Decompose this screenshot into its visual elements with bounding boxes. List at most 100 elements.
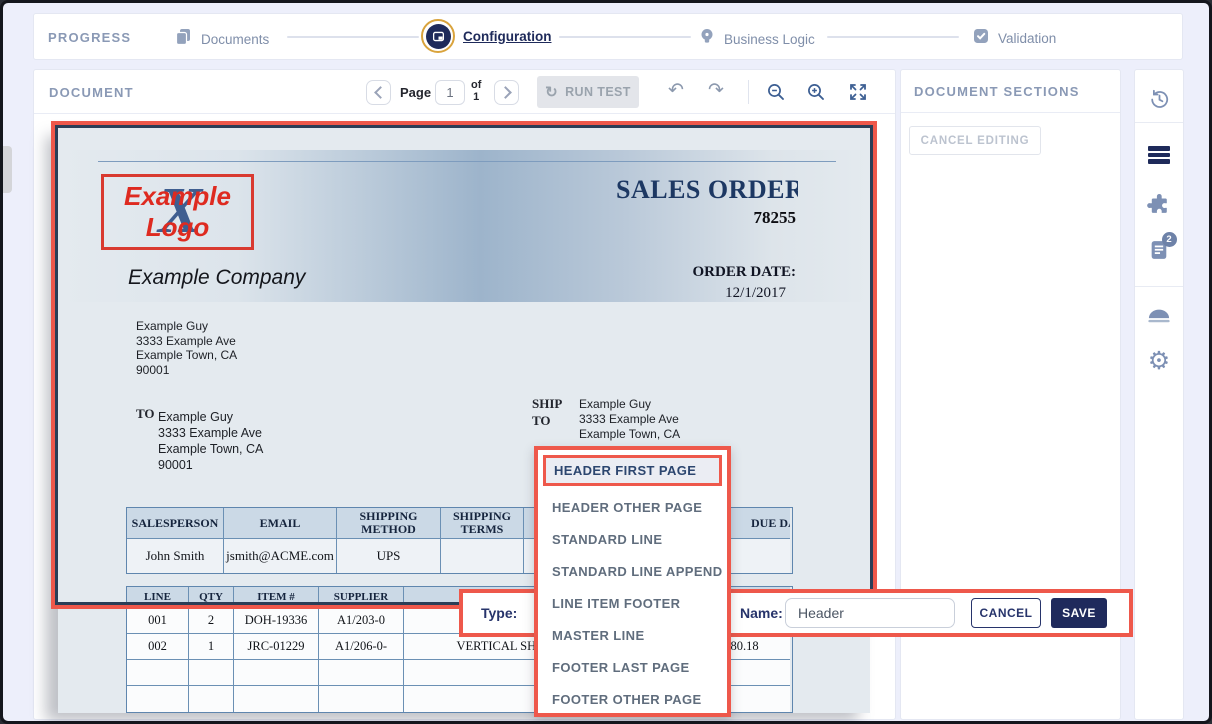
step-validation[interactable]: Validation [972, 27, 1056, 50]
table-cell [234, 686, 319, 712]
table-cell: jsmith@ACME.com [224, 539, 337, 573]
company-logo: X Example Logo [101, 174, 254, 250]
type-label: Type: [481, 605, 517, 621]
configuration-icon [421, 19, 455, 53]
step-label: Documents [201, 32, 269, 47]
documents-icon [174, 27, 193, 51]
step-documents[interactable]: Documents [174, 27, 269, 51]
table-cell: JRC-01229 [234, 634, 319, 660]
table-cell: 1 [189, 634, 234, 660]
table-cell: UPS [337, 539, 441, 573]
table-cell: 001 [127, 608, 189, 634]
order-date-label: ORDER DATE: [618, 264, 796, 281]
table-cell: 002 [127, 634, 189, 660]
ship-to-label: SHIP TO [532, 395, 562, 429]
dropdown-option[interactable]: STANDARD LINE APPEND [538, 555, 727, 587]
table-cell [127, 660, 189, 686]
progress-label: PROGRESS [48, 30, 131, 45]
document-badge-icon[interactable]: 2 [1135, 238, 1183, 266]
step-business-logic[interactable]: Business Logic [698, 27, 815, 51]
run-test-button[interactable]: ↻ RUN TEST [537, 76, 639, 108]
name-label: Name: [740, 605, 783, 621]
refresh-icon: ↻ [545, 85, 558, 100]
table-cell: A1/203-0 [319, 608, 404, 634]
progress-connector [287, 36, 419, 38]
dropdown-option[interactable]: FOOTER LAST PAGE [538, 651, 727, 683]
side-panel-tab[interactable] [3, 146, 12, 193]
section-name-input[interactable] [785, 598, 955, 628]
table-cell: 2 [189, 608, 234, 634]
progress-connector [827, 36, 959, 38]
dropdown-option[interactable]: FOOTER OTHER PAGE [538, 683, 727, 715]
logo-text: Example Logo [104, 181, 251, 243]
company-name: Example Company [128, 266, 305, 290]
table-cell [441, 539, 524, 573]
dropdown-option[interactable]: HEADER OTHER PAGE [538, 491, 727, 523]
document-sections-icon[interactable] [1135, 146, 1183, 164]
rail-divider [1135, 286, 1183, 287]
table-cell [127, 686, 189, 712]
sections-panel-header: DOCUMENT SECTIONS [901, 70, 1120, 113]
step-label: Configuration [463, 29, 551, 44]
document-rule-line [98, 161, 836, 162]
to-label: TO [136, 405, 155, 422]
table-cell: DOH-19336 [234, 608, 319, 634]
table-cell: John Smith [127, 539, 224, 573]
zoom-in-icon[interactable] [806, 82, 826, 107]
dropdown-option-selected[interactable]: HEADER FIRST PAGE [543, 455, 722, 486]
lightbulb-icon [698, 27, 716, 51]
vendor-address: Example Guy 3333 Example Ave Example Tow… [136, 319, 237, 377]
table-header-cell: EMAIL [224, 508, 337, 539]
section-type-dropdown: HEADER FIRST PAGE HEADER OTHER PAGE STAN… [534, 446, 731, 717]
table-header-cell: SHIPPING METHOD [337, 508, 441, 539]
ship-to-address: Example Guy 3333 Example Ave Example Tow… [579, 397, 680, 442]
document-toolbar: DOCUMENT Page of 1 ↻ RUN TEST ↶ ↷ [34, 70, 895, 114]
to-address: Example Guy 3333 Example Ave Example Tow… [158, 409, 263, 473]
prev-page-button[interactable] [366, 80, 391, 105]
puzzle-icon[interactable] [1135, 192, 1183, 217]
table-cell [319, 686, 404, 712]
next-page-button[interactable] [494, 80, 519, 105]
step-label: Validation [998, 31, 1056, 46]
order-number: 78255 [658, 208, 796, 228]
undo-icon[interactable]: ↶ [668, 79, 684, 103]
page-label: Page [400, 85, 431, 100]
table-cell: A1/206-0- [319, 634, 404, 660]
sections-panel-title: DOCUMENT SECTIONS [914, 84, 1080, 99]
document-panel-title: DOCUMENT [49, 85, 134, 100]
history-icon[interactable] [1135, 87, 1183, 112]
table-header-cell: ITEM # [234, 587, 319, 608]
rail-divider [1135, 122, 1183, 123]
icon-rail: 2 ⚙ [1134, 69, 1184, 720]
table-header-cell: LINE [127, 587, 189, 608]
page-total-label: of 1 [471, 79, 481, 103]
step-configuration[interactable]: Configuration [421, 19, 551, 53]
fullscreen-icon[interactable] [848, 82, 868, 107]
dropdown-option[interactable]: STANDARD LINE [538, 523, 727, 555]
order-date-value: 12/1/2017 [618, 285, 786, 302]
dropdown-option[interactable]: MASTER LINE [538, 619, 727, 651]
page-number-input[interactable] [435, 80, 465, 105]
progress-bar: PROGRESS Documents Configuration Busines… [33, 13, 1183, 60]
progress-connector [559, 36, 691, 38]
chevron-left-icon [374, 86, 387, 99]
cancel-button[interactable]: CANCEL [971, 598, 1041, 628]
save-button[interactable]: SAVE [1051, 598, 1107, 628]
table-cell [319, 660, 404, 686]
validation-check-icon [972, 27, 990, 50]
table-header-cell: QTY [189, 587, 234, 608]
dome-icon[interactable] [1135, 308, 1183, 325]
toolbar-divider [748, 80, 749, 104]
sales-order-title: SALES ORDER [616, 175, 798, 209]
table-cell [189, 660, 234, 686]
redo-icon[interactable]: ↷ [708, 79, 724, 103]
chevron-right-icon [499, 86, 512, 99]
table-cell [234, 660, 319, 686]
dropdown-option[interactable]: LINE ITEM FOOTER [538, 587, 727, 619]
cancel-editing-button[interactable]: CANCEL EDITING [909, 126, 1041, 155]
table-header-cell: SALESPERSON [127, 508, 224, 539]
gear-icon[interactable]: ⚙ [1135, 348, 1183, 374]
zoom-out-icon[interactable] [766, 82, 786, 107]
step-label: Business Logic [724, 32, 815, 47]
app-window: PROGRESS Documents Configuration Busines… [0, 0, 1212, 724]
